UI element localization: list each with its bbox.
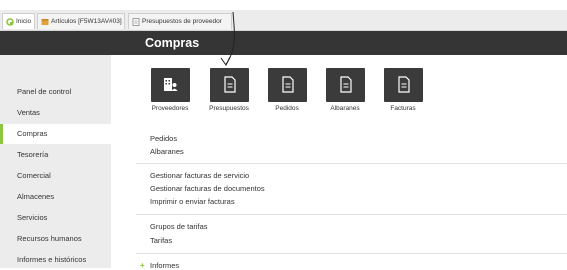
sidebar-item-almacenes[interactable]: Almacenes	[0, 187, 111, 207]
link-pedidos[interactable]: Pedidos	[150, 134, 177, 143]
sidebar-item-informes-e-historicos[interactable]: Informes e históricos	[0, 250, 111, 270]
divider	[136, 163, 567, 164]
divider	[136, 214, 567, 215]
tab-articulos[interactable]: Artículos [F5W13AV#03]	[37, 13, 125, 29]
tile-label-proveedores[interactable]: Proveedores	[140, 105, 200, 112]
document-icon	[224, 76, 236, 93]
suppliers-icon	[164, 78, 178, 91]
tile-label-facturas[interactable]: Facturas	[373, 105, 433, 112]
sidebar-item-comercial[interactable]: Comercial	[0, 166, 111, 186]
tab-presupuestos-proveedor[interactable]: Presupuestos de proveedor	[128, 13, 232, 29]
sidebar-item-ventas[interactable]: Ventas	[0, 103, 111, 123]
sidebar-item-servicios[interactable]: Servicios	[0, 208, 111, 228]
tile-label-pedidos[interactable]: Pedidos	[257, 105, 317, 112]
section-header: Compras	[0, 31, 567, 55]
link-gestionar-facturas-documentos[interactable]: Gestionar facturas de documentos	[150, 184, 265, 193]
tile-label-albaranes[interactable]: Albaranes	[315, 105, 375, 112]
expand-plus-icon[interactable]: +	[140, 261, 145, 270]
sidebar-item-compras[interactable]: Compras	[0, 124, 111, 144]
link-grupos-de-tarifas[interactable]: Grupos de tarifas	[150, 222, 208, 231]
tile-label-presupuestos[interactable]: Presupuestos	[199, 105, 259, 112]
home-icon	[6, 18, 14, 26]
tab-label: Inicio	[16, 18, 32, 25]
tab-label: Artículos [F5W13AV#03]	[51, 18, 122, 25]
tab-inicio[interactable]: Inicio	[2, 13, 35, 29]
link-albaranes[interactable]: Albaranes	[150, 147, 184, 156]
link-informes[interactable]: Informes	[150, 261, 179, 270]
document-icon	[132, 18, 140, 26]
link-imprimir-enviar-facturas[interactable]: Imprimir o enviar facturas	[150, 197, 235, 206]
sidebar-item-tesoreria[interactable]: Tesorería	[0, 145, 111, 165]
sidebar-item-recursos-humanos[interactable]: Recursos humanos	[0, 229, 111, 249]
presupuestos-tile[interactable]	[210, 68, 249, 102]
albaranes-tile[interactable]	[326, 68, 365, 102]
document-icon	[398, 76, 410, 93]
proveedores-tile[interactable]	[151, 68, 190, 102]
link-gestionar-facturas-servicio[interactable]: Gestionar facturas de servicio	[150, 171, 249, 180]
link-tarifas[interactable]: Tarifas	[150, 236, 172, 245]
tab-strip: Inicio Artículos [F5W13AV#03] Presupuest…	[0, 10, 567, 31]
page-title: Compras	[145, 36, 200, 50]
box-icon	[41, 19, 49, 25]
pedidos-tile[interactable]	[268, 68, 307, 102]
tab-label: Presupuestos de proveedor	[142, 18, 222, 25]
facturas-tile[interactable]	[384, 68, 423, 102]
document-icon	[282, 76, 294, 93]
document-icon	[340, 76, 352, 93]
divider	[136, 253, 567, 254]
sidebar-item-panel-de-control[interactable]: Panel de control	[0, 82, 111, 102]
sidebar: Panel de control Ventas Compras Tesorerí…	[0, 55, 111, 268]
